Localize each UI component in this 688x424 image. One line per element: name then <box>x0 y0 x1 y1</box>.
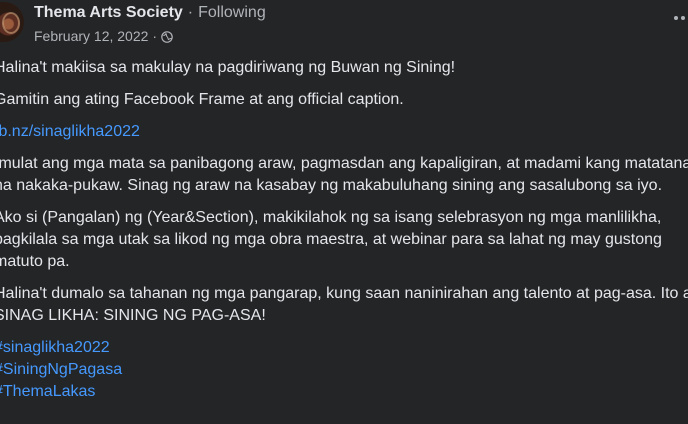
post-date-link[interactable]: February 12, 2022 <box>34 28 148 44</box>
globe-icon[interactable] <box>161 30 173 43</box>
post-paragraph-4: Ako si (Pangalan) ng (Year&Section), mak… <box>0 209 662 270</box>
frame-link[interactable]: fb.nz/sinaglikha2022 <box>0 121 688 143</box>
following-status-button[interactable]: Following <box>198 4 266 21</box>
post-header: Thema Arts Society · Following February 12… <box>0 0 688 52</box>
hashtag-link[interactable]: #sinaglikha2022 <box>0 337 688 359</box>
post-paragraph-1: Halina't makiisa sa makulay na pagdiriwa… <box>0 59 456 76</box>
hashtag-link[interactable]: #SiningNgPagasa <box>0 359 688 381</box>
hashtag-link[interactable]: #ThemaLakas <box>0 381 688 403</box>
post-paragraph-2: Gamitin ang ating Facebook Frame at ang … <box>0 91 404 108</box>
meta-separator: · <box>152 28 158 44</box>
post-paragraph-3: Imulat ang mga mata sa panibagong araw, … <box>0 155 688 194</box>
post-meta: February 12, 2022 · <box>34 28 173 44</box>
page-name-link[interactable]: Thema Arts Society <box>34 4 183 21</box>
separator-dot: · <box>187 4 194 21</box>
post-paragraph-5: Halina't dumalo sa tahanan ng mga pangar… <box>0 285 688 324</box>
hashtag-list: #sinaglikha2022 #SiningNgPagasa #ThemaLa… <box>0 337 688 403</box>
more-options-icon[interactable] <box>672 8 688 28</box>
post-body: Halina't makiisa sa makulay na pagdiriwa… <box>0 57 688 403</box>
page-name-line: Thema Arts Society · Following <box>34 4 266 22</box>
page-avatar[interactable] <box>0 2 24 42</box>
